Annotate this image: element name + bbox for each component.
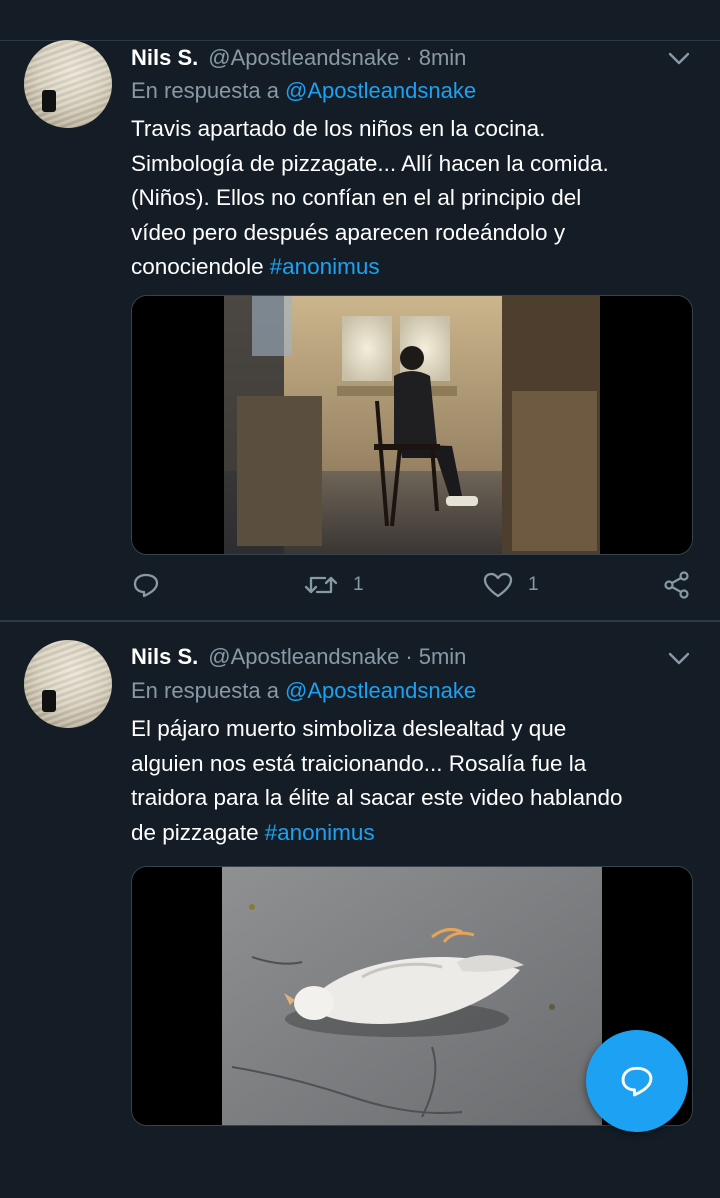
tweet-text-line: Travis apartado de los niños en la cocin… [131, 116, 546, 141]
kitchen-scene-image [132, 296, 692, 554]
tweet-text: Travis apartado de los niños en la cocin… [131, 112, 701, 285]
retweet-count: 1 [353, 574, 364, 595]
avatar[interactable] [24, 640, 112, 728]
reply-mention-link[interactable]: @Apostleandsnake [285, 678, 476, 703]
separator-dot: · [405, 45, 413, 70]
like-button[interactable]: 1 [482, 570, 539, 600]
tweet-text-line: vídeo pero después aparecen rodeándolo y [131, 219, 566, 245]
avatar[interactable] [24, 40, 112, 128]
tweet-text-line: Simbología de pizzagate... Allí hacen la… [131, 150, 609, 176]
tweet-text-line: alguien nos está traicionando... Rosalía… [131, 750, 587, 776]
hashtag-link[interactable]: #anonimus [265, 820, 375, 845]
share-button[interactable] [662, 570, 692, 600]
retweet-icon [304, 576, 338, 594]
reply-context: En respuesta a @Apostleandsnake [131, 678, 476, 704]
reply-mention-link[interactable]: @Apostleandsnake [285, 78, 476, 103]
reply-prefix: En respuesta a [131, 78, 279, 103]
tweet-text-line: conociendole #anonimus [131, 254, 380, 279]
tweet-text: El pájaro muerto simboliza deslealtad y … [131, 712, 701, 850]
tweet-header: Nils S. @Apostleandsnake · 8min [131, 43, 466, 73]
tweet-actions: 1 1 [0, 570, 720, 614]
compose-reply-icon [621, 1066, 653, 1097]
separator-dot: · [405, 644, 413, 669]
tweet-text-line: (Niños). Ellos no confían en el al princ… [131, 185, 582, 210]
tweet-header: Nils S. @Apostleandsnake · 5min [131, 642, 466, 672]
author-name[interactable]: Nils S. [131, 45, 198, 71]
author-name[interactable]: Nils S. [131, 644, 198, 670]
hashtag-link[interactable]: #anonimus [270, 254, 380, 279]
tweet-text-line: de pizzagate #anonimus [131, 819, 375, 845]
reply-prefix: En respuesta a [131, 678, 279, 703]
tweet-text-line: traidora para la élite al sacar este vid… [131, 785, 623, 810]
tweet-time[interactable]: 8min [419, 45, 467, 71]
reply-button[interactable] [131, 570, 161, 600]
reply-context: En respuesta a @Apostleandsnake [131, 78, 476, 104]
author-handle[interactable]: @Apostleandsnake [208, 644, 399, 670]
tweet-text-line: El pájaro muerto simboliza deslealtad y … [131, 716, 567, 741]
chevron-down-icon[interactable] [664, 646, 694, 670]
reply-icon [133, 573, 159, 598]
author-handle[interactable]: @Apostleandsnake [208, 45, 399, 71]
like-count: 1 [528, 574, 539, 595]
tweet-time[interactable]: 5min [419, 644, 467, 670]
compose-reply-button[interactable] [586, 1030, 688, 1132]
tweet[interactable]: Nils S. @Apostleandsnake · 8min En respu… [0, 40, 720, 620]
heart-icon [483, 572, 513, 598]
chevron-down-icon[interactable] [664, 46, 694, 70]
tweet-media-kitchen[interactable] [131, 295, 693, 555]
retweet-button[interactable]: 1 [303, 570, 364, 600]
top-divider [0, 0, 720, 41]
share-icon [664, 571, 689, 599]
